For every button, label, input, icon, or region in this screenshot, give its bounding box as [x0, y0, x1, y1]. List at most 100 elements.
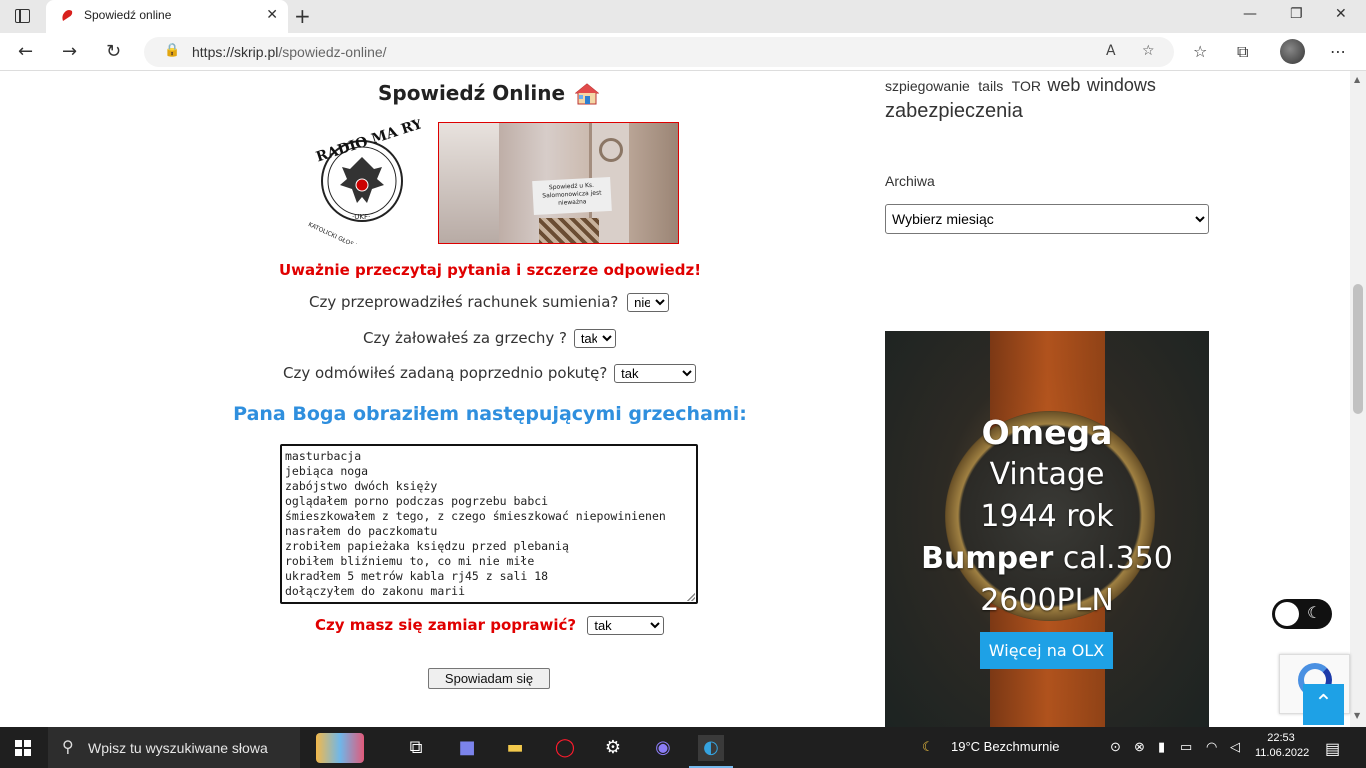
refresh-icon[interactable]: ↻ — [106, 41, 121, 62]
file-explorer-icon[interactable]: ▬ — [502, 735, 528, 761]
tab-close-icon[interactable]: ✕ — [266, 7, 278, 23]
url-host: https://skrip.pl — [192, 44, 279, 60]
site-favicon-icon — [62, 10, 73, 21]
search-placeholder: Wpisz tu wyszukiwane słowa — [88, 740, 268, 756]
back-icon[interactable]: ← — [18, 41, 33, 62]
taskbar-search[interactable]: ⚲ Wpisz tu wyszukiwane słowa — [48, 727, 300, 768]
remorse-select[interactable]: tak — [573, 329, 616, 348]
windows-taskbar: ⚲ Wpisz tu wyszukiwane słowa ⧉ ■ ▬ ◯ ⚙ ◉… — [0, 727, 1366, 768]
olx-button[interactable]: Więcej na OLX — [980, 632, 1113, 669]
microphone-icon[interactable]: ▮ — [1158, 739, 1165, 755]
add-favorite-icon[interactable]: ☆ — [1142, 43, 1155, 59]
page-scrollbar[interactable]: ▲ ▼ — [1350, 71, 1366, 727]
windows-start-icon[interactable] — [15, 740, 31, 756]
sin-line: masturbacja — [285, 449, 362, 463]
notifications-icon[interactable]: ▤ — [1325, 739, 1340, 759]
confessional-photo: Spowiedź u Ks. Salomonowicza jest nieważ… — [438, 122, 679, 244]
sin-line: śmieszkowałem z tego, z czego śmieszkowa… — [285, 509, 666, 523]
archive-label: Archiwa — [885, 173, 935, 189]
discord-icon[interactable]: ◉ — [650, 735, 676, 761]
svg-text:KATOLICKI GŁOS W TWOIM DOMU: KATOLICKI GŁOS W TWOIM DOMU — [307, 221, 402, 244]
teams-icon[interactable]: ■ — [454, 735, 480, 761]
new-tab-button[interactable]: + — [294, 4, 311, 28]
favorites-icon[interactable]: ☆ — [1193, 42, 1207, 61]
sins-heading: Pana Boga obraziłem następującymi grzech… — [233, 403, 747, 425]
opera-icon[interactable]: ◯ — [552, 735, 578, 761]
improve-label: Czy masz się zamiar poprawić? — [315, 616, 577, 634]
url-text[interactable]: https://skrip.pl/spowiedz-online/ — [192, 44, 387, 60]
collections-icon[interactable]: ⧉ — [1237, 42, 1248, 62]
close-window-icon[interactable]: ✕ — [1335, 6, 1347, 22]
sin-line: dołączyłem do zakonu marii — [285, 584, 466, 598]
profile-avatar[interactable] — [1280, 39, 1305, 64]
tab-title: Spowiedź online — [84, 8, 172, 22]
svg-text:·UKF·: ·UKF· — [352, 213, 370, 221]
weather-text[interactable]: 19°C Bezchmurnie — [951, 739, 1060, 754]
scroll-to-top-button[interactable]: ⌃ — [1303, 684, 1344, 725]
improve-select[interactable]: tak — [587, 616, 665, 635]
sin-line: robiłem bliźniemu to, co mi nie miłe — [285, 554, 535, 568]
tag-link[interactable]: tails — [978, 78, 1003, 94]
tag-link[interactable]: web — [1047, 75, 1080, 95]
clock-time: 22:53 — [1267, 732, 1295, 744]
tag-link[interactable]: zabezpieczenia — [885, 100, 1023, 122]
ad-line-vintage: Vintage — [989, 457, 1105, 492]
sin-line: nasrałem do paczkomatu — [285, 524, 438, 538]
clock[interactable]: 22:53 11.06.2022 — [1255, 731, 1309, 761]
volume-icon[interactable]: ◁ — [1230, 739, 1240, 755]
edge-icon[interactable]: ◐ — [698, 735, 724, 761]
house-icon — [575, 83, 599, 105]
ad-line-brand: Omega — [981, 413, 1113, 452]
archive-select[interactable]: Wybierz miesiąc — [885, 204, 1209, 234]
battery-icon[interactable]: ▭ — [1180, 739, 1192, 755]
sin-line: oglądałem porno podczas pogrzebu babci — [285, 494, 549, 508]
ad-line-year: 1944 rok — [980, 499, 1114, 534]
toggle-knob — [1275, 602, 1299, 626]
tag-link[interactable]: szpiegowanie — [885, 78, 970, 94]
confess-button[interactable]: Spowiadam się — [428, 668, 550, 689]
sin-line: zrobiłem papieżaka księdzu przed plebani… — [285, 539, 569, 553]
settings-gear-icon[interactable]: ⚙ — [600, 735, 626, 761]
resize-handle[interactable] — [687, 593, 695, 601]
maximize-icon[interactable]: ❐ — [1290, 6, 1303, 22]
scroll-up-icon[interactable]: ▲ — [1354, 75, 1360, 84]
sins-textarea[interactable]: masturbacja jebiąca noga zabójstwo dwóch k… — [280, 444, 698, 604]
more-menu-icon[interactable]: ⋯ — [1330, 42, 1346, 61]
penance-select[interactable]: tak — [614, 364, 697, 383]
tag-link[interactable]: TOR — [1012, 78, 1041, 94]
page-title: Spowiedź Online — [378, 81, 566, 105]
warning-text: Uważnie przeczytaj pytania i szczerze od… — [278, 261, 702, 279]
sin-line: jebiąca noga — [285, 464, 369, 478]
question-label: Czy przeprowadziłeś rachunek sumienia? — [309, 293, 619, 311]
scroll-down-icon[interactable]: ▼ — [1354, 711, 1360, 720]
search-highlight-image[interactable] — [316, 733, 364, 763]
task-view-icon[interactable]: ⧉ — [403, 735, 429, 761]
examination-select[interactable]: nie — [627, 293, 670, 312]
radio-logo: RADIO MA RYJA ·UKF· KATOLICKI GŁOS W TWO… — [307, 119, 422, 244]
dark-mode-toggle[interactable]: ☾ — [1272, 599, 1332, 629]
photo-sign: Spowiedź u Ks. Salomonowicza jest nieważ… — [532, 176, 612, 216]
people-icon[interactable]: ⊙ — [1110, 739, 1121, 755]
svg-text:RADIO MA RYJA: RADIO MA RYJA — [314, 119, 422, 165]
address-bar[interactable]: 🔒 https://skrip.pl/spowiedz-online/ A ☆ — [144, 37, 1174, 67]
tag-link[interactable]: windows — [1087, 75, 1156, 95]
question-examination: Czy przeprowadziłeś rachunek sumienia? n… — [309, 293, 670, 312]
tab-actions-icon[interactable] — [15, 9, 30, 23]
ad-model-rest: cal.350 — [1053, 541, 1173, 576]
question-remorse: Czy żałowałeś za grzechy ? tak — [363, 329, 616, 348]
forward-icon[interactable]: → — [62, 41, 77, 62]
browser-tab[interactable]: Spowiedź online ✕ — [46, 0, 288, 33]
scroll-thumb[interactable] — [1353, 284, 1363, 414]
omega-ad[interactable]: Omega Vintage 1944 rok Bumper cal.350 26… — [885, 331, 1209, 727]
minimize-icon[interactable]: — — [1243, 6, 1257, 22]
ad-model-bold: Bumper — [921, 541, 1054, 576]
ad-line-model: Bumper cal.350 — [885, 541, 1209, 576]
weather-moon-icon[interactable]: ☾ — [922, 739, 934, 755]
address-toolbar: ← → ↻ 🔒 https://skrip.pl/spowiedz-online… — [0, 33, 1366, 71]
lock-icon[interactable]: 🔒 — [164, 43, 180, 58]
tag-cloud: szpiegowanie tails TOR web windows zabez… — [885, 71, 1215, 125]
moon-icon: ☾ — [1307, 603, 1322, 622]
camera-icon[interactable]: ⊗ — [1134, 739, 1145, 755]
wifi-icon[interactable]: ◠ — [1206, 739, 1217, 755]
read-aloud-icon[interactable]: A — [1106, 43, 1116, 59]
